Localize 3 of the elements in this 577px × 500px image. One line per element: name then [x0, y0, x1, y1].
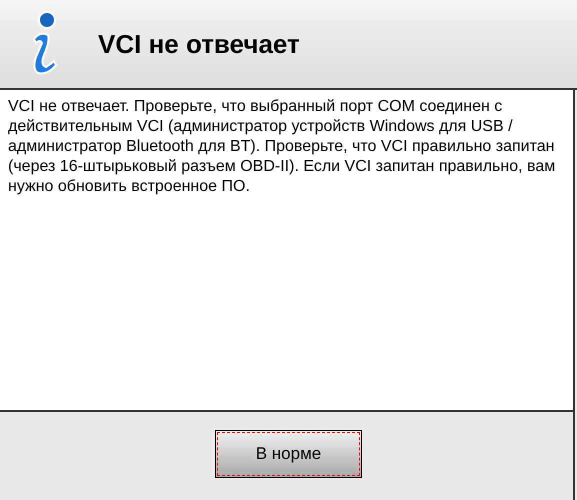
ok-button[interactable]: В норме — [215, 430, 362, 478]
message-text: VCI не отвечает. Проверьте, что выбранный порт COM соединен с действительным VCI (администратор устройств Windows для USB / администратор Bluetooth для BT). Проверьте, что VCI правильно запитан (через 16-штырьковый разъем OBD-II). Если VCI запитан правильно, вам нужно обновить встроенное ПО. — [8, 97, 556, 197]
dialog-title: VCI не отвечает — [98, 28, 300, 60]
